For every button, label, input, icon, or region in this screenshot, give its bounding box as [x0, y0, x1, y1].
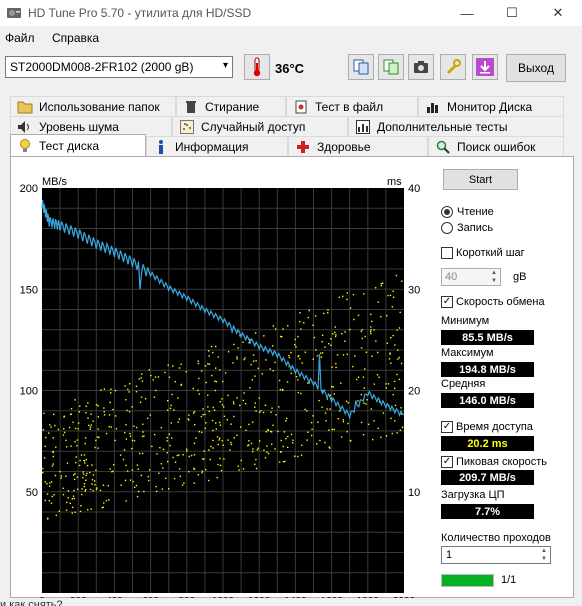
title-bar: HD Tune Pro 5.70 - утилита для HD/SSD — …	[0, 0, 582, 26]
menu-help[interactable]: Справка	[52, 31, 99, 45]
tools-icon	[447, 59, 461, 74]
bar-chart-icon	[425, 99, 441, 115]
magnifier-icon	[435, 139, 451, 155]
progress-bar	[441, 574, 494, 587]
temperature-value: 36°C	[275, 61, 305, 76]
download-icon	[476, 58, 494, 76]
save-button[interactable]	[472, 54, 498, 80]
app-icon	[7, 8, 21, 18]
tab-row-3: Тест диска Информация Здоровье Поиск оши…	[10, 134, 564, 156]
burst-rate-checkbox[interactable]: ✓ Пиковая скорость	[441, 456, 547, 468]
access-time-value: 20.2 ms	[441, 436, 534, 451]
tab-row-2: Уровень шума Случайный доступ Дополнител…	[10, 116, 564, 136]
red-cross-icon	[295, 139, 311, 155]
right-axis-unit: ms	[387, 176, 402, 188]
progress-text: 1/1	[501, 574, 517, 586]
tab-error-scan[interactable]: Поиск ошибок	[428, 136, 564, 156]
access-time-checkbox[interactable]: ✓ Время доступа	[441, 421, 533, 433]
menu-file[interactable]: Файл	[5, 31, 35, 45]
screenshot-button[interactable]	[408, 54, 434, 80]
file-icon	[293, 99, 309, 115]
burst-rate-value: 209.7 MB/s	[441, 470, 534, 485]
avg-label: Средняя	[441, 378, 486, 390]
page-partial-text: и как снять?	[0, 599, 63, 606]
speaker-icon	[17, 119, 33, 135]
short-stroke-input[interactable]: 40 ▲ ▼	[441, 268, 501, 286]
copy-text-icon	[383, 59, 399, 75]
tab-disk-monitor[interactable]: Монитор Диска	[418, 96, 564, 116]
trash-icon	[183, 99, 199, 115]
transfer-rate-checkbox[interactable]: ✓ Скорость обмена	[441, 296, 545, 308]
tab-health[interactable]: Здоровье	[288, 136, 428, 156]
minimize-button[interactable]: —	[444, 0, 490, 26]
tab-info[interactable]: Информация	[146, 136, 288, 156]
folder-icon	[17, 99, 33, 115]
max-value: 194.8 MB/s	[441, 362, 534, 377]
grid-chart-icon	[355, 119, 371, 135]
lightbulb-icon	[17, 138, 33, 154]
spinner-arrows-icon[interactable]: ▲ ▼	[488, 269, 500, 285]
spinner-arrows-icon[interactable]: ▲ ▼	[538, 547, 550, 563]
temperature-button[interactable]	[244, 54, 270, 80]
tab-benchmark[interactable]: Тест диска	[10, 134, 146, 156]
max-label: Максимум	[441, 347, 494, 359]
passes-label: Количество проходов	[441, 532, 551, 544]
min-label: Минимум	[441, 315, 490, 327]
cpu-label: Загрузка ЦП	[441, 489, 505, 501]
copy-info-button[interactable]	[348, 54, 374, 80]
tab-folder-usage[interactable]: Использование папок	[10, 96, 176, 116]
start-button[interactable]: Start	[443, 169, 518, 190]
close-button[interactable]: ✕	[535, 0, 581, 26]
short-stroke-checkbox[interactable]: Короткий шаг	[441, 247, 525, 259]
chevron-down-icon: ▾	[222, 60, 228, 71]
short-stroke-unit: gB	[513, 271, 527, 283]
tab-erase[interactable]: Стирание	[176, 96, 286, 116]
min-value: 85.5 MB/s	[441, 330, 534, 345]
copy-info-icon	[353, 59, 369, 75]
menu-bar: Файл Справка	[0, 28, 582, 48]
scatter-icon	[179, 119, 195, 135]
copy-text-button[interactable]	[378, 54, 404, 80]
camera-icon	[414, 61, 428, 73]
tab-random-access[interactable]: Случайный доступ	[172, 116, 348, 136]
passes-input[interactable]: 1 ▲ ▼	[441, 546, 551, 564]
maximize-button[interactable]: ☐	[489, 0, 535, 26]
avg-value: 146.0 MB/s	[441, 393, 534, 408]
left-axis-unit: MB/s	[42, 176, 68, 188]
toolbar: ST2000DM008-2FR102 (2000 gB) ▾ 36°C Выхо…	[0, 50, 582, 86]
exit-button[interactable]: Выход	[506, 54, 566, 82]
cpu-value: 7.7%	[441, 504, 534, 519]
tab-aam[interactable]: Уровень шума	[10, 116, 172, 136]
tab-extra-tests[interactable]: Дополнительные тесты	[348, 116, 564, 136]
write-radio[interactable]: Запись	[441, 222, 493, 234]
info-icon	[153, 139, 169, 155]
tab-file-benchmark[interactable]: Тест в файл	[286, 96, 418, 116]
tab-row-1: Использование папок Стирание Тест в файл…	[10, 96, 564, 116]
read-radio[interactable]: Чтение	[441, 206, 494, 218]
options-button[interactable]	[440, 54, 466, 80]
drive-select[interactable]: ST2000DM008-2FR102 (2000 gB) ▾	[5, 56, 233, 78]
window-title: HD Tune Pro 5.70 - утилита для HD/SSD	[28, 6, 252, 20]
thermometer-icon	[253, 57, 261, 77]
